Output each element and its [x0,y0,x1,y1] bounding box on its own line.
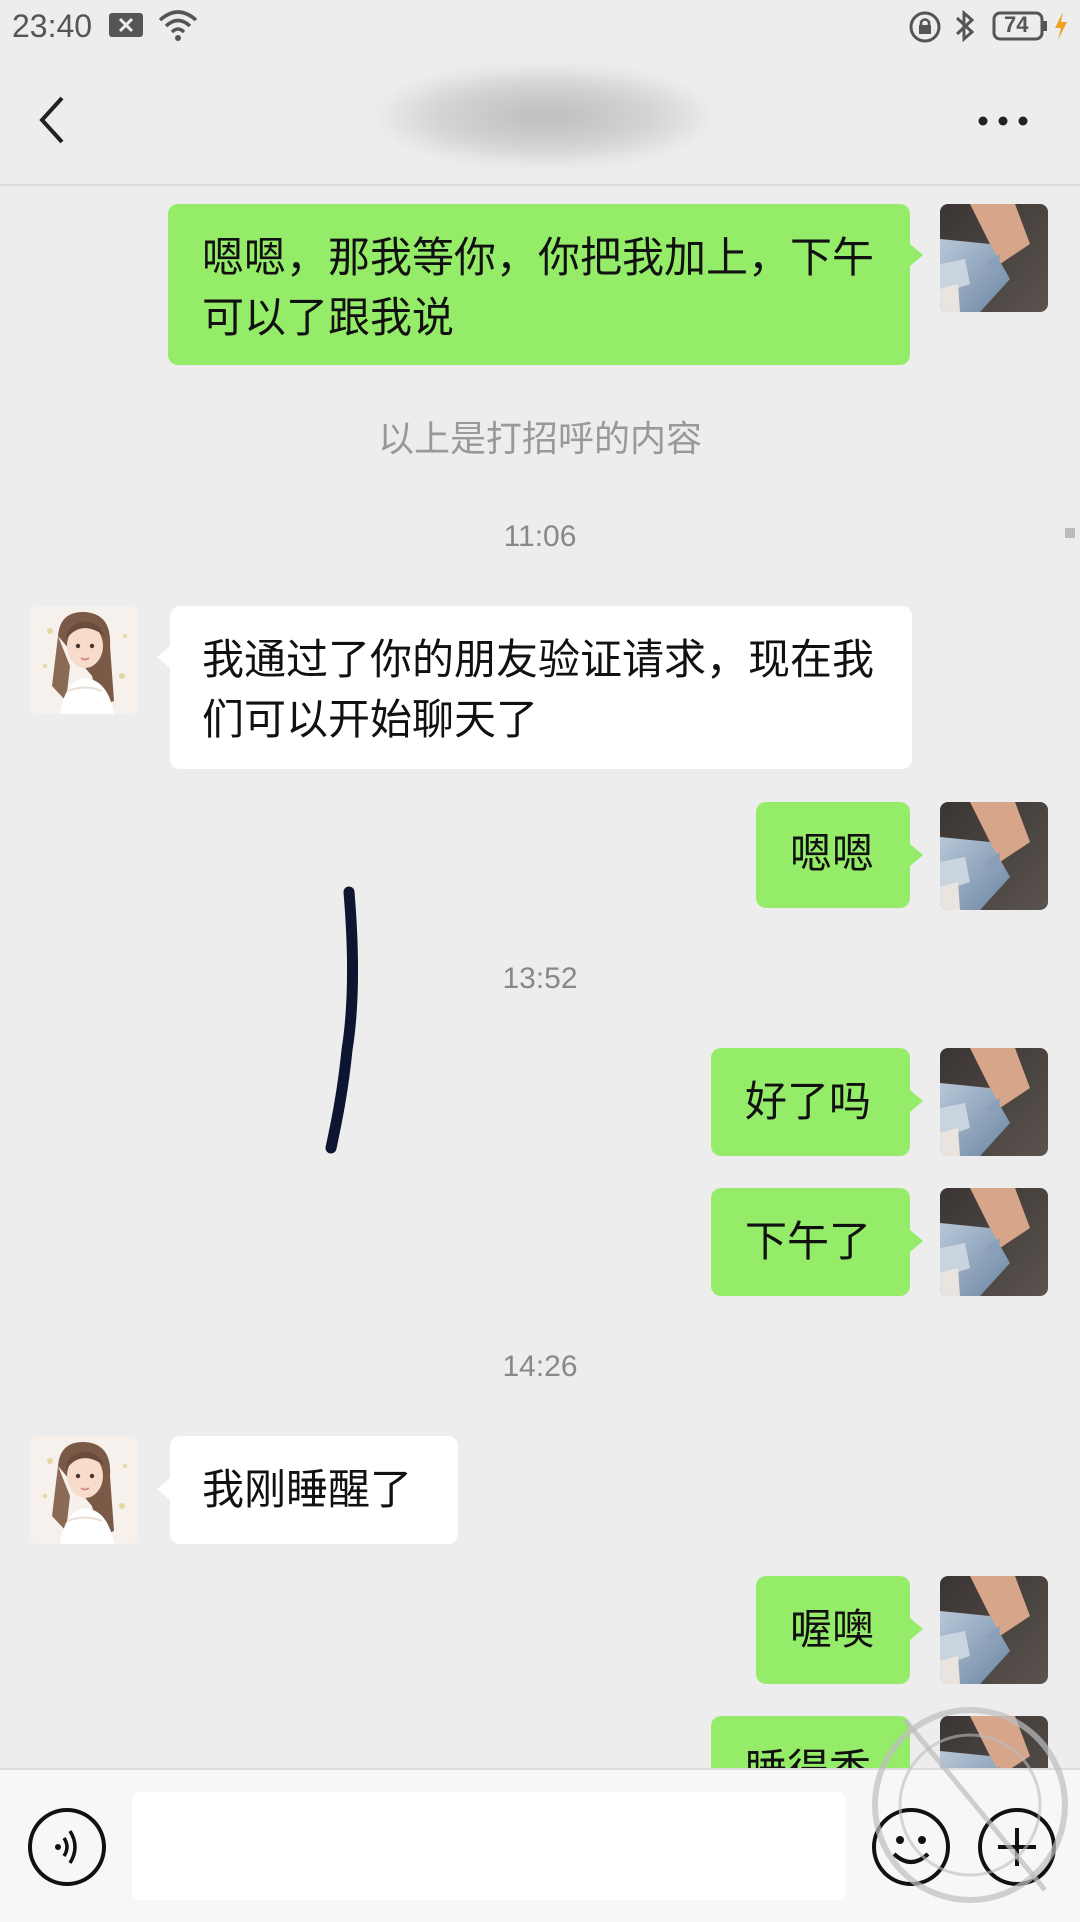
chat-header [0,56,1080,186]
chat-title-blurred [380,66,710,166]
timestamp: 11:06 [503,520,577,553]
contact-avatar[interactable] [30,1436,138,1544]
bubble-tail [910,844,923,866]
my-avatar[interactable] [940,1048,1048,1156]
scroll-indicator [1065,528,1075,538]
sent-message-bubble[interactable]: 下午了 [711,1188,910,1296]
sent-message-bubble[interactable]: 嗯嗯 [756,802,910,908]
message-text: 下午了 [745,1217,872,1266]
bubble-tail [157,646,170,668]
my-avatar[interactable] [940,1188,1048,1296]
back-arrow-icon[interactable] [30,92,80,148]
bluetooth-icon [952,8,978,48]
contact-avatar[interactable] [30,606,138,714]
bubble-tail [910,244,923,266]
sent-message-bubble[interactable]: 好了吗 [711,1048,910,1156]
message-text: 嗯嗯 [790,829,875,878]
more-icon[interactable] [975,106,1035,136]
timestamp: 14:26 [502,1350,578,1383]
notification-x-icon [108,10,144,44]
watermark-stamp [872,1707,1068,1903]
my-avatar[interactable] [940,802,1048,910]
status-time: 23:40 [12,8,93,44]
charging-icon [1052,10,1070,46]
message-input[interactable] [132,1792,846,1900]
bubble-tail [910,1230,923,1252]
battery-icon: 74 [992,10,1048,46]
system-message: 以上是打招呼的内容 [377,419,702,460]
rotation-lock-icon [908,10,942,48]
bubble-tail [910,1090,923,1112]
sent-message-bubble[interactable]: 喔噢 [756,1576,910,1684]
voice-icon[interactable] [28,1808,106,1886]
my-avatar[interactable] [940,204,1048,312]
message-text: 嗯嗯，那我等你，你把我加上，下午可以了跟我说 [202,233,875,342]
bubble-tail [157,1478,170,1500]
wifi-icon [158,8,198,46]
message-text: 喔噢 [790,1605,875,1654]
received-message-bubble[interactable]: 我通过了你的朋友验证请求，现在我们可以开始聊天了 [170,606,912,769]
received-message-bubble[interactable]: 我刚睡醒了 [170,1436,458,1544]
battery-level: 74 [1004,12,1029,37]
message-text: 好了吗 [745,1077,872,1126]
message-text: 我通过了你的朋友验证请求，现在我们可以开始聊天了 [202,635,875,744]
status-bar: 23:40 74 [0,0,1080,56]
my-avatar[interactable] [940,1576,1048,1684]
timestamp: 13:52 [502,962,578,995]
hand-drawn-mark [325,886,358,1154]
message-text: 我刚睡醒了 [202,1465,413,1514]
sent-message-bubble[interactable]: 嗯嗯，那我等你，你把我加上，下午可以了跟我说 [168,204,910,365]
bubble-tail [910,1618,923,1640]
